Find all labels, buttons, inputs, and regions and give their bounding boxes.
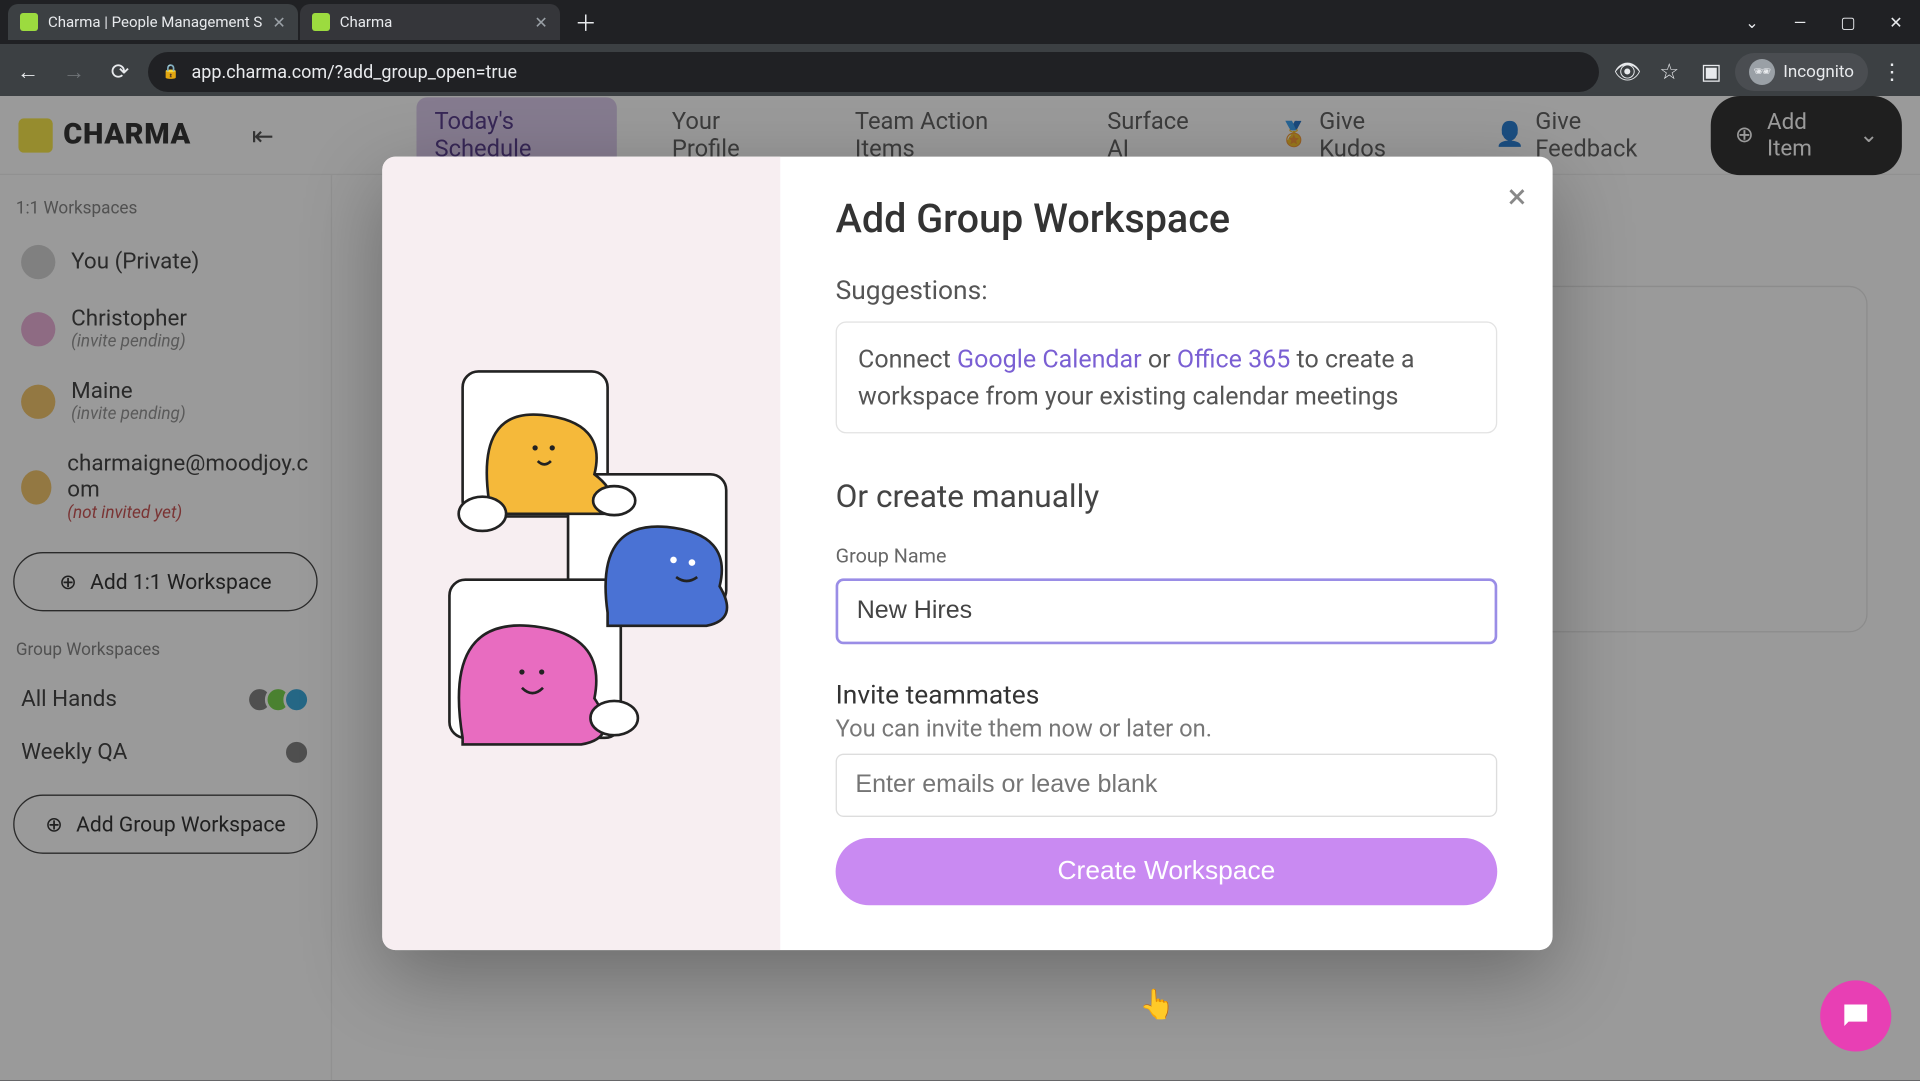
button-label: Create Workspace	[1058, 857, 1276, 886]
suggestion-box: Connect Google Calendar or Office 365 to…	[836, 321, 1498, 433]
tab-title: Charma	[340, 13, 525, 31]
browser-tab[interactable]: Charma ✕	[300, 4, 560, 40]
invite-emails-input[interactable]	[836, 754, 1498, 817]
address-bar[interactable]: 🔒 app.charma.com/?add_group_open=true	[148, 52, 1599, 92]
lock-icon: 🔒	[162, 64, 179, 80]
tab-strip: Charma | People Management S ✕ Charma ✕ …	[0, 0, 1920, 44]
forward-button[interactable]: →	[56, 54, 92, 90]
browser-tab[interactable]: Charma | People Management S ✕	[8, 4, 298, 40]
maximize-button[interactable]: ▢	[1824, 0, 1872, 44]
chevron-down-icon[interactable]: ⌄	[1728, 0, 1776, 44]
cursor-pointer-icon: 👆	[1139, 989, 1175, 1022]
modal-body: × Add Group Workspace Suggestions: Conne…	[780, 157, 1552, 951]
favicon-icon	[20, 13, 38, 31]
close-icon[interactable]: ✕	[272, 13, 285, 32]
kebab-menu-icon[interactable]: ⋮	[1874, 54, 1910, 90]
extensions-icon[interactable]: ▣	[1693, 54, 1729, 90]
incognito-badge[interactable]: 🕶 Incognito	[1735, 53, 1868, 91]
incognito-label: Incognito	[1783, 62, 1854, 82]
office365-link[interactable]: Office 365	[1177, 344, 1290, 374]
modal-title: Add Group Workspace	[836, 196, 1498, 242]
reload-button[interactable]: ⟳	[102, 54, 138, 90]
back-button[interactable]: ←	[10, 54, 46, 90]
browser-chrome: Charma | People Management S ✕ Charma ✕ …	[0, 0, 1920, 100]
chat-icon	[1839, 999, 1873, 1033]
invite-sublabel: You can invite them now or later on.	[836, 716, 1498, 744]
window-controls: ⌄ ― ▢ ✕	[1728, 0, 1920, 44]
window-close-button[interactable]: ✕	[1872, 0, 1920, 44]
tab-title: Charma | People Management S	[48, 13, 262, 31]
suggestion-text: Connect	[858, 344, 957, 374]
group-name-input[interactable]	[836, 579, 1498, 645]
new-tab-button[interactable]: ＋	[570, 6, 602, 38]
invite-heading: Invite teammates	[836, 679, 1498, 711]
create-workspace-button[interactable]: Create Workspace	[836, 838, 1498, 905]
manual-heading: Or create manually	[836, 478, 1498, 515]
close-icon[interactable]: ✕	[534, 13, 547, 32]
star-icon[interactable]: ☆	[1651, 54, 1687, 90]
add-group-workspace-modal: × Add Group Workspace Suggestions: Conne…	[382, 157, 1552, 951]
incognito-icon: 🕶	[1749, 59, 1775, 85]
minimize-button[interactable]: ―	[1776, 0, 1824, 44]
group-name-label: Group Name	[836, 544, 1498, 568]
app-root: CHARMA ⇤ Today's Schedule Your Profile T…	[0, 96, 1920, 1081]
suggestions-label: Suggestions:	[836, 274, 1498, 306]
close-icon[interactable]: ×	[1508, 178, 1526, 218]
eye-off-icon[interactable]: 👁	[1609, 54, 1645, 90]
browser-toolbar: ← → ⟳ 🔒 app.charma.com/?add_group_open=t…	[0, 44, 1920, 100]
url-text: app.charma.com/?add_group_open=true	[191, 62, 517, 83]
suggestion-text: or	[1142, 344, 1177, 374]
google-calendar-link[interactable]: Google Calendar	[957, 344, 1142, 374]
modal-illustration	[382, 157, 780, 951]
blobs-illustration-icon	[410, 343, 753, 765]
chat-fab-button[interactable]	[1820, 980, 1891, 1051]
favicon-icon	[312, 13, 330, 31]
